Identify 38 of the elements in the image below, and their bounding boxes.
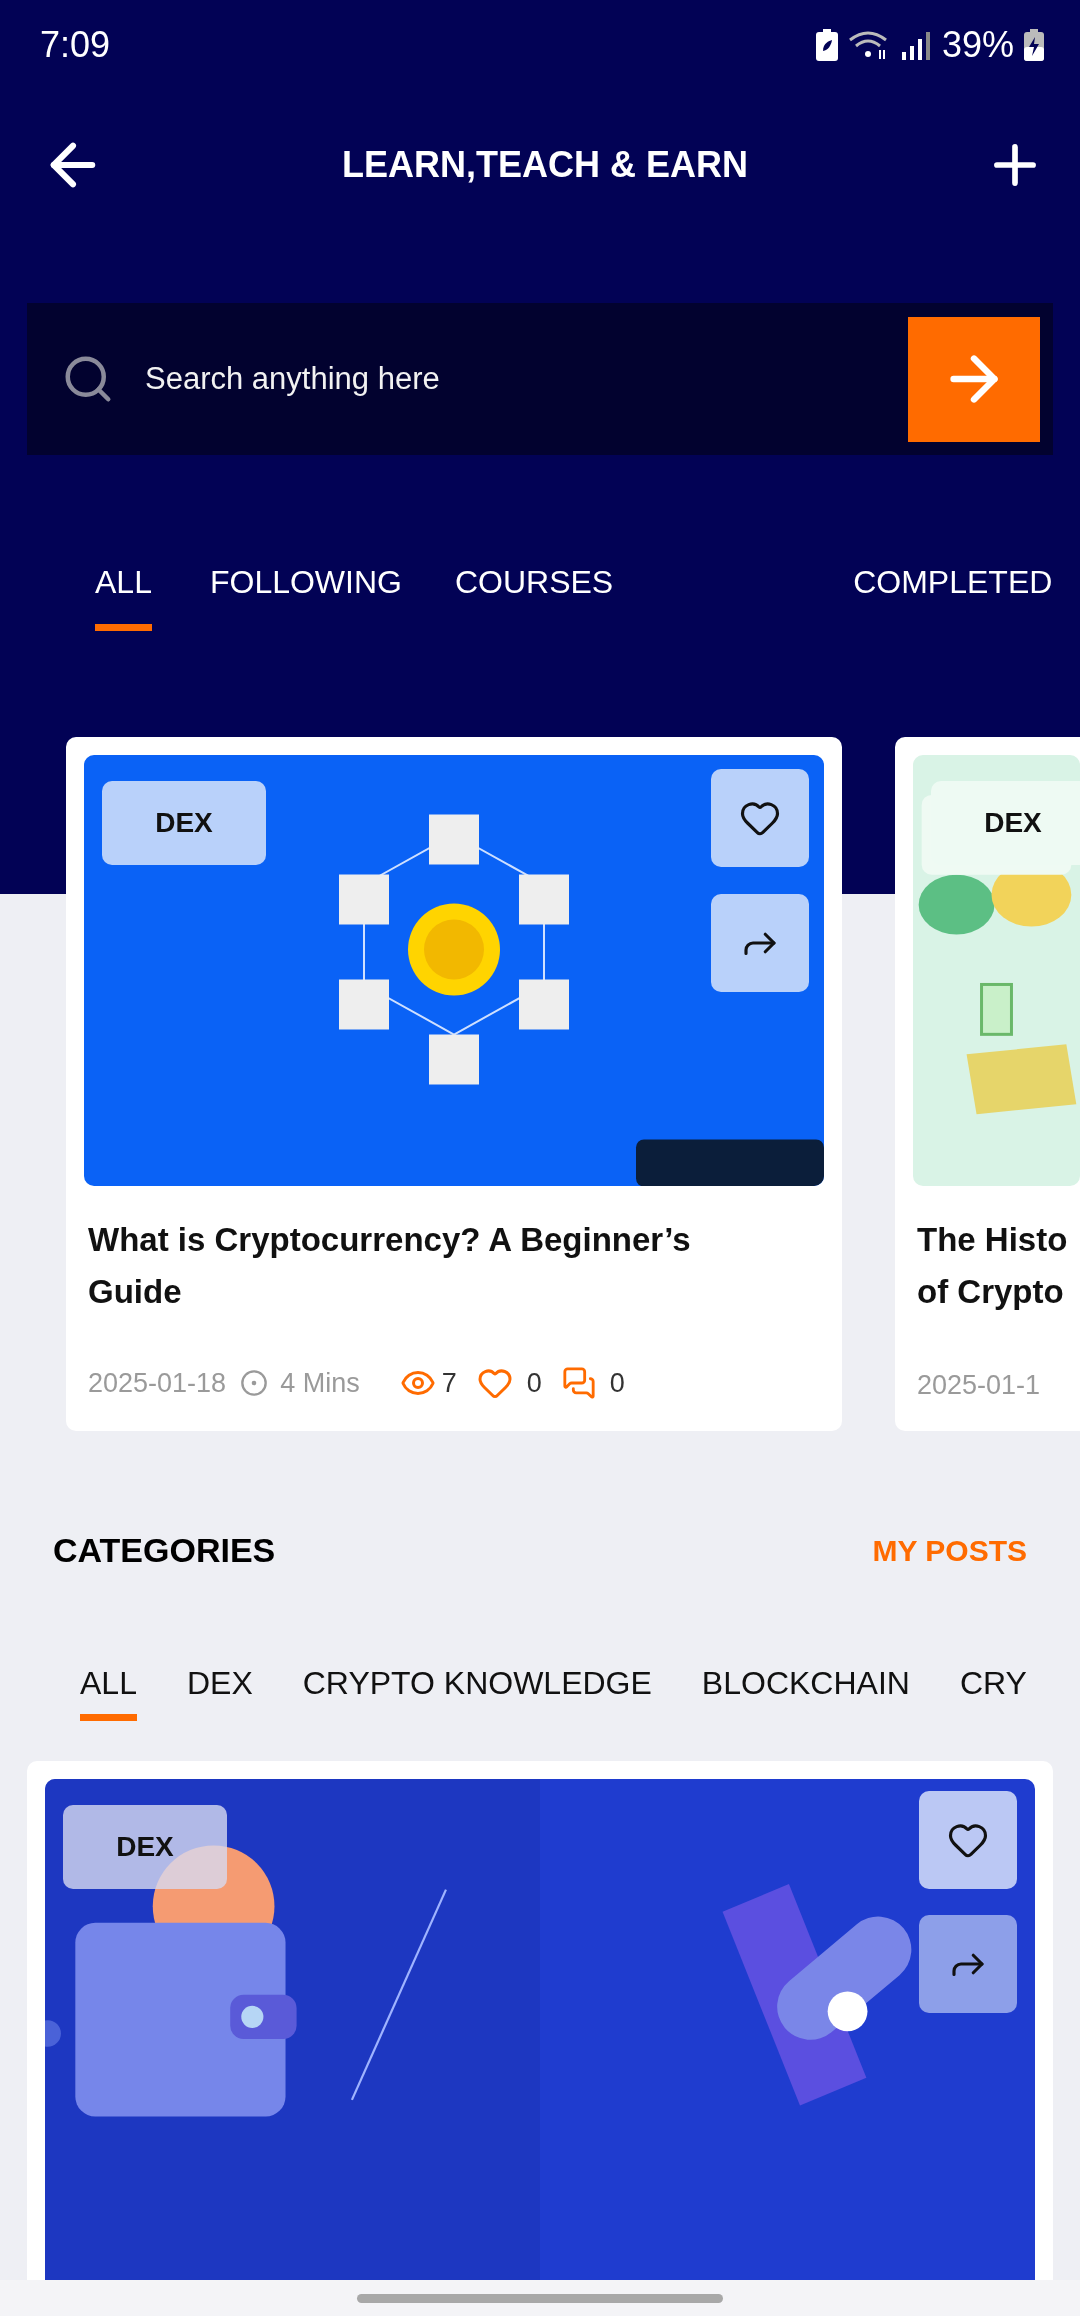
read-time-icon bbox=[240, 1369, 269, 1397]
article-title: The Histo of Crypto bbox=[917, 1220, 1069, 1312]
signal-icon bbox=[901, 30, 932, 60]
share-button[interactable] bbox=[919, 1915, 1017, 2013]
like-count: 0 bbox=[526, 1367, 542, 1399]
comment-icon bbox=[561, 1366, 596, 1400]
battery-saver-icon bbox=[815, 29, 838, 61]
battery-icon bbox=[1024, 29, 1044, 61]
article-title: What is Cryptocurrency? A Beginner’s Guide bbox=[88, 1220, 692, 1312]
article-date: 2025-01-18 bbox=[88, 1367, 227, 1399]
status-time: 7:09 bbox=[40, 24, 111, 66]
favorite-button[interactable] bbox=[919, 1791, 1017, 1889]
comment-count: 0 bbox=[609, 1367, 625, 1399]
battery-percentage: 39% bbox=[941, 24, 1014, 66]
category-tab[interactable]: ALL bbox=[80, 1665, 137, 1721]
gesture-handle[interactable] bbox=[357, 2293, 723, 2303]
category-tab[interactable]: CRYPTO KNOWLEDGE bbox=[302, 1665, 652, 1721]
article-card[interactable]: DEX The Histo of Crypto 2025-01-1 bbox=[895, 737, 1080, 1431]
category-tag: DEX bbox=[931, 781, 1080, 865]
article-date: 2025-01-1 bbox=[917, 1370, 1041, 1401]
section-title: CATEGORIES bbox=[53, 1531, 276, 1570]
category-tag: DEX bbox=[102, 781, 266, 865]
category-tag: DEX bbox=[63, 1805, 227, 1889]
read-time: 4 Mins bbox=[280, 1367, 360, 1399]
category-tab[interactable]: BLOCKCHAIN bbox=[701, 1665, 910, 1721]
view-count: 7 bbox=[441, 1367, 457, 1399]
favorite-button[interactable] bbox=[711, 769, 809, 867]
category-tab[interactable]: CRY bbox=[959, 1665, 1027, 1721]
tab[interactable]: FOLLOWING bbox=[209, 555, 402, 631]
search-field[interactable]: Search anything here bbox=[143, 360, 880, 398]
category-tab[interactable]: DEX bbox=[186, 1665, 253, 1721]
page-title: LEARN,TEACH & EARN bbox=[342, 144, 748, 186]
search-submit-button[interactable] bbox=[908, 316, 1040, 442]
tab[interactable]: COMPLETED bbox=[853, 555, 1053, 631]
article-card[interactable]: DEX What is Cryptocurrency? A Beginner’s Guide 2025-01-18 4 Mins 7 0 0 bbox=[66, 737, 842, 1431]
post-card[interactable]: DEX bbox=[27, 1761, 1053, 2280]
tab[interactable]: COURSES bbox=[454, 555, 614, 631]
share-button[interactable] bbox=[711, 894, 809, 992]
